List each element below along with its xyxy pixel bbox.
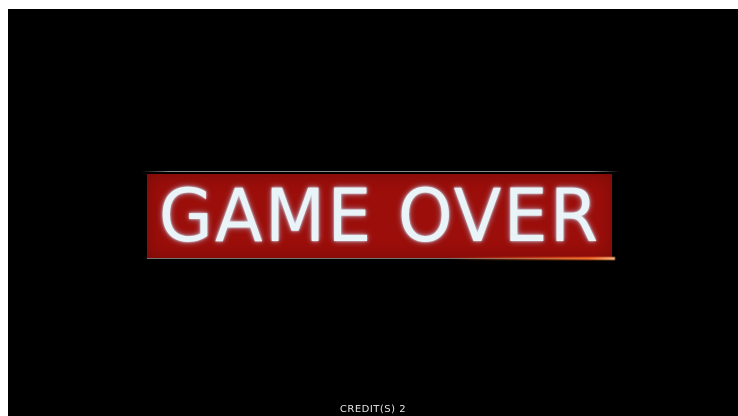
game-screen: GAME OVER CREDIT(S) 2: [8, 9, 738, 416]
credits-counter: CREDIT(S) 2: [339, 404, 407, 415]
game-over-title: GAME OVER: [158, 172, 601, 260]
banner-light-flare: [447, 257, 615, 260]
game-over-banner: GAME OVER: [141, 171, 620, 261]
